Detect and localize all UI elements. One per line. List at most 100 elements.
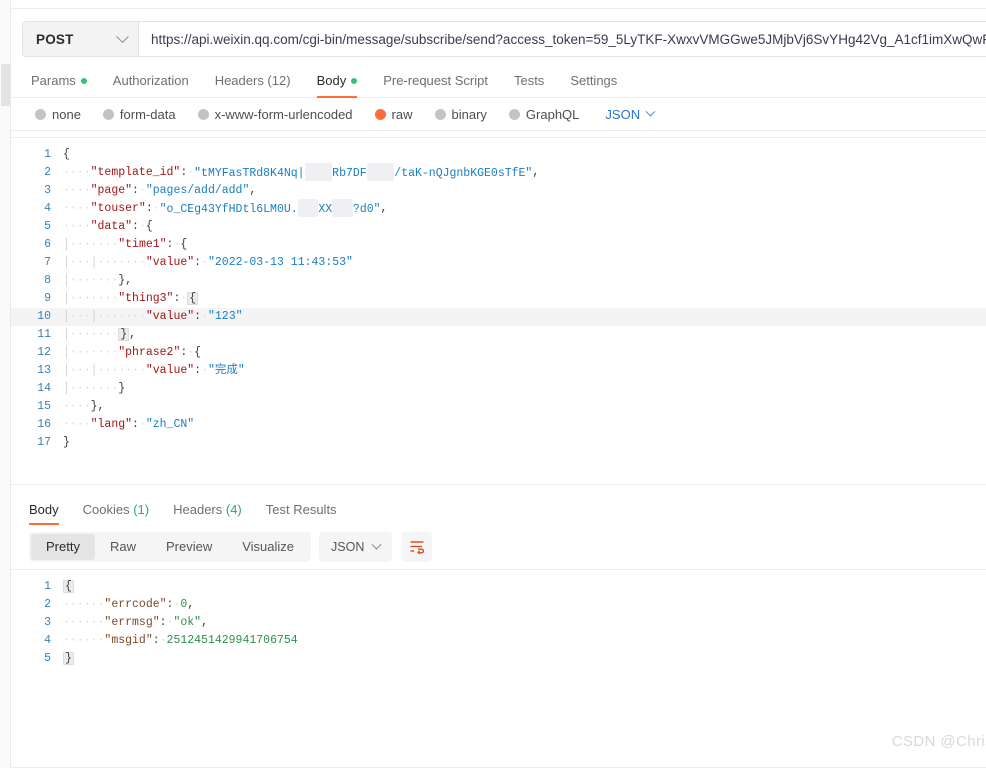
request-tab-settings[interactable]: Settings [570,73,617,97]
request-tab-label: Body [316,73,347,88]
body-type-form-data[interactable]: form-data [102,106,176,122]
url-input[interactable]: https://api.weixin.qq.com/cgi-bin/messag… [139,22,986,56]
line-number: 10 [37,310,51,323]
code-text: │···│·······"value":·"123" [63,310,243,323]
body-type-raw[interactable]: raw [374,106,413,122]
request-body-code[interactable]: 1{2 ····"template_id":·"tMYFasTRd8K4Nq| R… [11,138,986,452]
request-tab-label: Headers (12) [214,73,291,88]
chevron-down-icon [645,106,656,117]
code-text: │·······"phrase2":·{ [63,346,202,359]
body-type-graphql[interactable]: GraphQL [508,107,579,122]
request-tab-pre-request-script[interactable]: Pre-request Script [383,73,488,97]
code-line: 6 │·······"time1":·{ [11,236,986,254]
line-number: 14 [37,382,51,395]
clipped-tab: ▪ [923,0,937,2]
response-body-code[interactable]: 1{2 ······"errcode":·0, 3 ······"errmsg":·"… [11,570,986,668]
code-line: 10 │···│·······"value":·"123" [11,308,986,326]
body-type-label: raw [391,106,413,122]
response-section: Body Cookies (1) Headers (4) Test Results P… [11,485,986,768]
response-tab-body[interactable]: Body [29,502,59,525]
code-line: 1{ [11,578,986,596]
modified-dot-icon [351,77,358,84]
http-method-select[interactable]: POST [23,22,139,56]
http-method-label: POST [36,31,74,47]
chevron-down-icon [116,29,129,43]
radio-icon [35,108,46,120]
body-type-x-www-form-urlencoded[interactable]: x-www-form-urlencoded [197,106,353,122]
line-number: 2 [44,598,51,611]
view-mode-preview[interactable]: Preview [151,534,227,560]
postman-window: · · ·· ▪ ▪ · · ▪ ▪ POST https://api.weix… [0,0,986,768]
wrap-text-icon [410,541,425,554]
body-type-label: none [52,106,81,122]
line-number: 16 [37,418,51,431]
code-line: 12 │·······"phrase2":·{ [11,344,986,362]
request-tab-label: Authorization [112,73,189,88]
line-number: 15 [37,400,51,413]
radio-icon [508,108,520,120]
line-number: 4 [44,202,51,215]
view-mode-visualize[interactable]: Visualize [227,534,309,560]
wrap-text-button[interactable] [402,532,433,562]
response-format-label: JSON [331,540,365,554]
line-number: 7 [44,256,51,269]
request-tab-params[interactable]: Params [31,73,87,97]
code-text: │·······"time1":·{ [63,238,188,251]
clipped-tab-strip: · · ·· ▪ ▪ · · ▪ ▪ [11,0,986,9]
code-text: ····"data":·{ [63,220,153,233]
code-text: ······"errmsg":·"ok", [63,616,208,629]
line-number: 5 [44,220,51,233]
body-type-label: binary [451,106,487,122]
line-number: 1 [44,580,51,593]
body-type-label: x-www-form-urlencoded [214,106,353,122]
request-tab-body[interactable]: Body [316,73,358,98]
code-text: { [63,580,74,593]
response-tab-label: Headers [173,502,223,517]
code-line: 8 │·······}, [11,272,986,290]
body-type-label: form-data [119,106,176,122]
left-scroll-rail[interactable] [0,0,11,768]
radio-icon [374,108,386,120]
code-line: 1{ [11,146,986,164]
code-line: 5 ····"data":·{ [11,218,986,236]
response-tabs: Body Cookies (1) Headers (4) Test Results [11,493,986,525]
line-number: 13 [37,364,51,377]
scrollbar-thumb[interactable] [1,64,10,106]
code-text: ····"template_id":·"tMYFasTRd8K4Nq| Rb7D… [63,163,539,182]
raw-format-select[interactable]: JSON [605,106,656,122]
body-type-none[interactable]: none [35,107,81,122]
request-tabs: Params Authorization Headers (12) Body Pre-r… [11,67,986,98]
response-body-editor[interactable]: 1{2 ······"errcode":·0, 3 ······"errmsg":·"… [11,569,986,768]
response-tab-headers[interactable]: Headers (4) [173,502,242,525]
code-line: 3 ······"errmsg":·"ok", [11,614,986,632]
code-text: ····"lang":·"zh_CN" [63,418,195,431]
code-line: 5} [11,650,986,668]
request-tab-headers-12[interactable]: Headers (12) [215,73,291,97]
request-tab-label: Tests [513,73,545,88]
request-tab-tests[interactable]: Tests [514,73,544,97]
clipped-tab: ▪ [969,0,983,2]
line-number: 5 [44,652,51,665]
clipped-tab: · [806,0,816,2]
response-tab-cookies[interactable]: Cookies (1) [83,502,149,525]
request-body-editor[interactable]: 1{2 ····"template_id":·"tMYFasTRd8K4Nq| R… [11,137,986,485]
clipped-tab: ▪ [436,0,450,2]
request-tab-authorization[interactable]: Authorization [113,73,189,97]
code-line: 9 │·······"thing3":·{ [11,290,986,308]
clipped-tab: ▪ [311,0,325,2]
code-line: 13 │···│·······"value":·"完成" [11,362,986,380]
view-mode-pretty[interactable]: Pretty [31,534,95,560]
code-line: 17} [11,434,986,452]
response-tab-test-results[interactable]: Test Results [266,502,337,525]
code-text: │·······"thing3":·{ [63,292,199,305]
code-text: │···│·······"value":·"完成" [63,364,245,377]
body-type-row: none form-data x-www-form-urlencoded raw bin… [11,98,986,131]
modified-dot-icon [80,77,87,84]
body-type-binary[interactable]: binary [434,106,487,122]
clipped-tab: ·· [221,0,235,2]
response-format-select[interactable]: JSON [319,532,393,562]
line-number: 12 [37,346,51,359]
code-line: 3 ····"page":·"pages/add/add", [11,182,986,200]
request-tab-label: Pre-request Script [383,73,488,88]
view-mode-raw[interactable]: Raw [95,534,151,560]
